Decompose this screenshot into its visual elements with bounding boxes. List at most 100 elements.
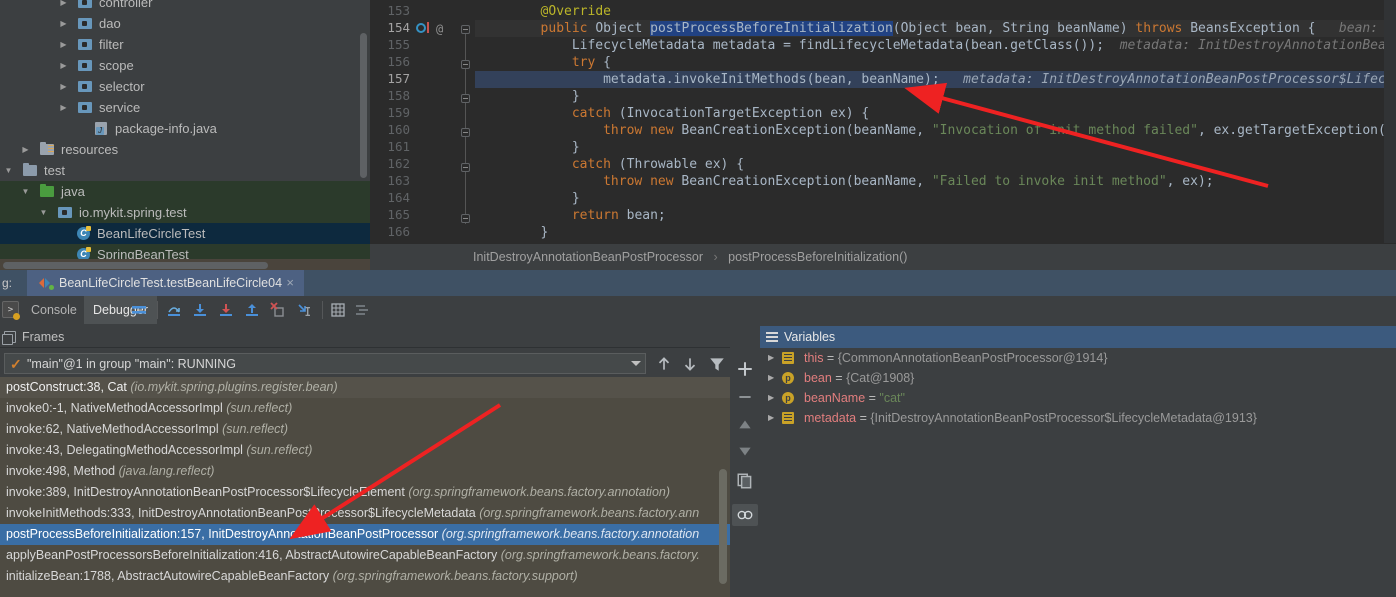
- code-line[interactable]: }: [572, 190, 580, 207]
- fold-marker[interactable]: [461, 214, 470, 223]
- watches-button[interactable]: [732, 504, 758, 526]
- project-tree-panel[interactable]: ▶controller▶dao▶filter▶scope▶selector▶se…: [0, 0, 370, 272]
- breadcrumb[interactable]: InitDestroyAnnotationBeanPostProcessor ›…: [370, 243, 1396, 269]
- tree-twisty-down[interactable]: ▼: [3, 160, 14, 181]
- step-out-icon[interactable]: [244, 302, 260, 318]
- call-stack-list[interactable]: postConstruct:38, Cat (io.mykit.spring.p…: [0, 377, 730, 597]
- step-over-icon[interactable]: [166, 302, 182, 318]
- breakpoint-icon[interactable]: [416, 23, 426, 33]
- stack-frame-row[interactable]: invoke:62, NativeMethodAccessorImpl (sun…: [0, 419, 730, 440]
- tree-item-package-info-java[interactable]: package-info.java: [0, 118, 370, 139]
- code-line[interactable]: catch (Throwable ex) {: [572, 156, 744, 173]
- step-into-icon[interactable]: [192, 302, 208, 318]
- move-up-icon[interactable]: [655, 355, 673, 373]
- code-line[interactable]: public Object postProcessBeforeInitializ…: [541, 20, 1396, 37]
- tree-item-io-mykit-spring-test[interactable]: ▼io.mykit.spring.test: [0, 202, 370, 223]
- code-line[interactable]: }: [541, 224, 549, 241]
- project-tree-vertical-scrollbar[interactable]: [360, 33, 367, 178]
- editor-fold-column[interactable]: [458, 0, 474, 243]
- stack-frame-row[interactable]: invokeInitMethods:333, InitDestroyAnnota…: [0, 503, 730, 524]
- tree-item-resources[interactable]: ▶resources: [0, 139, 370, 160]
- stack-frame-row[interactable]: invoke:43, DelegatingMethodAccessorImpl …: [0, 440, 730, 461]
- tree-item-scope[interactable]: ▶scope: [0, 55, 370, 76]
- variable-row[interactable]: ▶pbean = {Cat@1908}: [760, 368, 1396, 388]
- variable-expand-twisty[interactable]: ▶: [768, 408, 778, 428]
- move-up-icon[interactable]: [736, 416, 754, 434]
- tree-item-filter[interactable]: ▶filter: [0, 34, 370, 55]
- tab-console[interactable]: Console: [22, 296, 86, 324]
- breadcrumb-class[interactable]: InitDestroyAnnotationBeanPostProcessor: [473, 250, 703, 264]
- fold-marker[interactable]: [461, 128, 470, 137]
- filter-icon[interactable]: [708, 355, 726, 373]
- fold-marker[interactable]: [461, 163, 470, 172]
- code-line[interactable]: @Override: [541, 3, 611, 20]
- tree-twisty-right[interactable]: ▶: [58, 76, 69, 97]
- stack-frame-row[interactable]: invoke:498, Method (java.lang.reflect): [0, 461, 730, 482]
- close-icon[interactable]: ×: [286, 270, 294, 296]
- thread-selector[interactable]: ✓ "main"@1 in group "main": RUNNING: [4, 353, 646, 374]
- tree-item-beanlifecircletest[interactable]: CBeanLifeCircleTest: [0, 223, 370, 244]
- code-token: throw new: [603, 123, 681, 138]
- variable-row[interactable]: ▶metadata = {InitDestroyAnnotationBeanPo…: [760, 408, 1396, 428]
- tree-item-controller[interactable]: ▶controller: [0, 0, 370, 13]
- remove-icon[interactable]: [736, 388, 754, 406]
- drop-frame-icon[interactable]: [270, 302, 286, 318]
- tree-item-selector[interactable]: ▶selector: [0, 76, 370, 97]
- move-down-icon[interactable]: [736, 442, 754, 460]
- chevron-down-icon[interactable]: [631, 361, 641, 366]
- tree-twisty-right[interactable]: ▶: [58, 55, 69, 76]
- move-down-icon[interactable]: [681, 355, 699, 373]
- run-to-cursor-icon[interactable]: [296, 302, 312, 318]
- tree-twisty-right[interactable]: ▶: [20, 139, 31, 160]
- breadcrumb-method[interactable]: postProcessBeforeInitialization(): [728, 250, 907, 264]
- stack-frame-row[interactable]: initializeBean:1788, AbstractAutowireCap…: [0, 566, 730, 587]
- tree-item-java[interactable]: ▼java: [0, 181, 370, 202]
- stack-frame-row[interactable]: applyBeanPostProcessorsBeforeInitializat…: [0, 545, 730, 566]
- stack-frame-row[interactable]: invoke0:-1, NativeMethodAccessorImpl (su…: [0, 398, 730, 419]
- fold-marker[interactable]: [461, 94, 470, 103]
- code-editor[interactable]: @ 153@Override154public Object postProce…: [370, 0, 1396, 243]
- stack-frame-row[interactable]: invoke:389, InitDestroyAnnotationBeanPos…: [0, 482, 730, 503]
- tree-twisty-right[interactable]: ▶: [58, 97, 69, 118]
- variable-expand-twisty[interactable]: ▶: [768, 368, 778, 388]
- code-line[interactable]: throw new BeanCreationException(beanName…: [603, 122, 1396, 139]
- fold-marker[interactable]: [461, 25, 470, 34]
- tree-item-service[interactable]: ▶service: [0, 97, 370, 118]
- code-line[interactable]: LifecycleMetadata metadata = findLifecyc…: [572, 37, 1396, 54]
- code-line[interactable]: }: [572, 139, 580, 156]
- code-line[interactable]: catch (InvocationTargetException ex) {: [572, 105, 869, 122]
- variable-row[interactable]: ▶pbeanName = "cat": [760, 388, 1396, 408]
- tree-item-test[interactable]: ▼test: [0, 160, 370, 181]
- variable-expand-twisty[interactable]: ▶: [768, 388, 778, 408]
- annotation-gutter-icon[interactable]: @: [436, 22, 443, 36]
- code-line[interactable]: return bean;: [572, 207, 666, 224]
- editor-error-stripe[interactable]: [1384, 0, 1396, 243]
- code-line[interactable]: metadata.invokeInitMethods(bean, beanNam…: [603, 71, 1396, 88]
- force-step-into-icon[interactable]: [218, 302, 234, 318]
- fold-marker[interactable]: [461, 60, 470, 69]
- tree-item-dao[interactable]: ▶dao: [0, 13, 370, 34]
- tree-twisty-right[interactable]: ▶: [58, 13, 69, 34]
- stack-frame-row[interactable]: postConstruct:38, Cat (io.mykit.spring.p…: [0, 377, 730, 398]
- project-tree-horizontal-scrollbar[interactable]: [3, 262, 268, 269]
- call-stack-scrollbar[interactable]: [719, 469, 727, 584]
- variable-row[interactable]: ▶this = {CommonAnnotationBeanPostProcess…: [760, 348, 1396, 368]
- console-terminal-icon[interactable]: >: [2, 301, 19, 318]
- stack-frame-row[interactable]: postProcessBeforeInitialization:157, Ini…: [0, 524, 730, 545]
- show-execution-point-icon[interactable]: [131, 302, 147, 318]
- variable-expand-twisty[interactable]: ▶: [768, 348, 778, 368]
- copy-icon[interactable]: [736, 472, 754, 490]
- run-configuration-tab[interactable]: BeanLifeCircleTest.testBeanLifeCircle04 …: [27, 270, 304, 296]
- override-marker-icon[interactable]: [427, 22, 429, 33]
- tree-twisty-down[interactable]: ▼: [20, 181, 31, 202]
- tree-twisty-right[interactable]: ▶: [58, 34, 69, 55]
- mute-breakpoints-icon[interactable]: [354, 302, 370, 318]
- code-line[interactable]: try {: [572, 54, 611, 71]
- add-icon[interactable]: [736, 360, 754, 378]
- evaluate-expression-icon[interactable]: [330, 302, 346, 318]
- tree-twisty-right[interactable]: ▶: [58, 0, 69, 13]
- tree-twisty-down[interactable]: ▼: [38, 202, 49, 223]
- code-line[interactable]: throw new BeanCreationException(beanName…: [603, 173, 1214, 190]
- code-line[interactable]: }: [572, 88, 580, 105]
- variables-list[interactable]: ▶this = {CommonAnnotationBeanPostProcess…: [760, 348, 1396, 597]
